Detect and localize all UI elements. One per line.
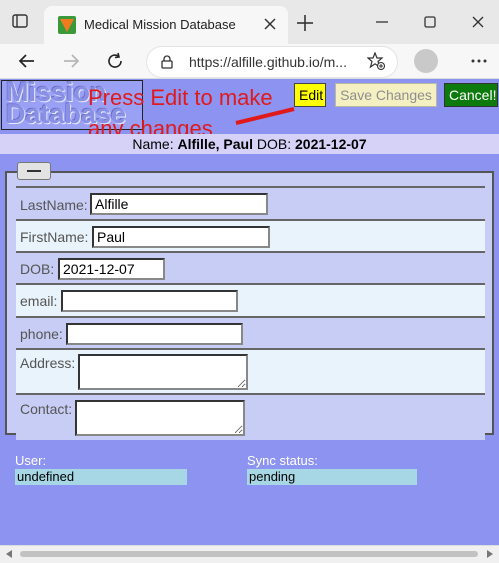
lock-icon[interactable] — [161, 55, 173, 69]
form-row-dob: DOB: — [16, 251, 485, 283]
form-row-address: Address: — [16, 348, 485, 393]
summary-first-name: Paul — [223, 136, 253, 152]
user-status: User:undefined — [15, 453, 217, 485]
more-icon[interactable] — [470, 52, 488, 70]
sync-label: Sync status: — [247, 453, 318, 468]
field-label: Address: — [20, 355, 76, 371]
field-label: LastName: — [20, 197, 88, 213]
lastname-input[interactable] — [90, 193, 268, 215]
summary-comma: , — [215, 136, 220, 152]
scroll-left-icon[interactable] — [5, 550, 13, 558]
form-row-lastname: LastName: — [16, 186, 485, 219]
email-input[interactable] — [61, 290, 238, 312]
back-icon[interactable] — [18, 52, 36, 70]
profile-icon[interactable] — [414, 49, 438, 73]
form-row-contact: Contact: — [16, 393, 485, 440]
maximize-icon[interactable] — [422, 14, 438, 30]
url-bar[interactable]: https://alfille.github.io/m... — [146, 46, 398, 78]
collapse-button[interactable] — [17, 162, 51, 180]
dob-input[interactable] — [58, 258, 165, 280]
edit-button[interactable]: Edit — [294, 83, 326, 107]
page-content: Mission Database Press Edit to make any … — [0, 79, 499, 545]
form-row-phone: phone: — [16, 316, 485, 348]
sync-value: pending — [247, 469, 417, 485]
scroll-right-icon[interactable] — [486, 550, 494, 558]
firstname-input[interactable] — [92, 226, 270, 248]
name-prefix: Name: — [132, 136, 174, 152]
tab-title: Medical Mission Database — [84, 17, 236, 32]
favicon-icon — [58, 16, 76, 34]
browser-tab[interactable]: Medical Mission Database — [44, 6, 288, 44]
save-changes-button[interactable]: Save Changes — [335, 83, 437, 107]
add-favorite-icon[interactable] — [367, 52, 385, 70]
minus-icon — [27, 170, 41, 172]
scroll-thumb[interactable] — [20, 551, 478, 557]
refresh-icon[interactable] — [106, 52, 124, 70]
phone-input[interactable] — [66, 323, 243, 345]
tab-actions-icon[interactable] — [12, 14, 28, 28]
url-text: https://alfille.github.io/m... — [189, 54, 347, 70]
form-row-email: email: — [16, 283, 485, 316]
browser-toolbar: https://alfille.github.io/m... — [0, 44, 499, 79]
cancel-button[interactable]: Cancel! — [444, 83, 498, 107]
close-tab-icon[interactable] — [262, 16, 278, 32]
field-label: phone: — [20, 326, 63, 342]
arrow-annotation-icon — [235, 107, 295, 125]
address-textarea[interactable] — [78, 354, 248, 390]
summary-dob: 2021-12-07 — [295, 136, 367, 152]
user-label: User: — [15, 453, 47, 468]
field-label: email: — [20, 293, 58, 309]
field-label: DOB: — [20, 261, 55, 277]
name-summary-bar: Name: Alfille, Paul DOB: 2021-12-07 — [0, 134, 499, 154]
summary-last-name: Alfille — [177, 136, 216, 152]
horizontal-scrollbar[interactable] — [0, 545, 499, 563]
contact-textarea[interactable] — [75, 400, 245, 436]
close-window-icon[interactable] — [470, 14, 486, 30]
field-label: FirstName: — [20, 229, 89, 245]
user-value: undefined — [15, 469, 187, 485]
summary-dob-label: DOB: — [256, 136, 292, 152]
browser-tab-bar: Medical Mission Database — [0, 0, 499, 44]
form-row-firstname: FirstName: — [16, 219, 485, 251]
minimize-icon[interactable] — [374, 14, 390, 30]
field-label: Contact: — [20, 401, 73, 417]
forward-icon[interactable] — [62, 52, 80, 70]
sync-status: Sync status:pending — [247, 453, 485, 485]
new-tab-icon[interactable] — [296, 14, 314, 32]
